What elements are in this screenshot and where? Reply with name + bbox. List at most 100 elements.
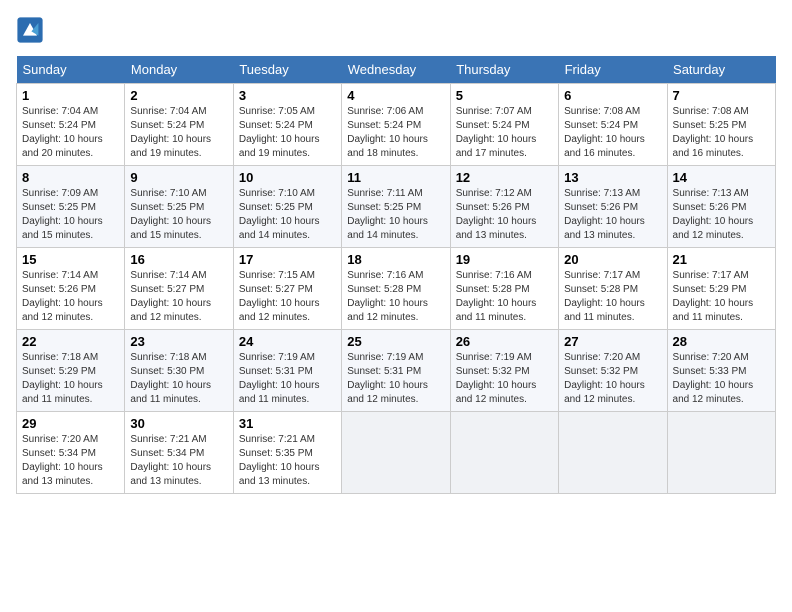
- day-number: 14: [673, 170, 770, 185]
- calendar-week-row: 15 Sunrise: 7:14 AMSunset: 5:26 PMDaylig…: [17, 248, 776, 330]
- calendar-cell: 20 Sunrise: 7:17 AMSunset: 5:28 PMDaylig…: [559, 248, 667, 330]
- day-info: Sunrise: 7:13 AMSunset: 5:26 PMDaylight:…: [564, 188, 645, 241]
- calendar-cell: 14 Sunrise: 7:13 AMSunset: 5:26 PMDaylig…: [667, 166, 775, 248]
- day-info: Sunrise: 7:14 AMSunset: 5:26 PMDaylight:…: [22, 270, 103, 323]
- column-header-wednesday: Wednesday: [342, 56, 450, 84]
- calendar-cell: 22 Sunrise: 7:18 AMSunset: 5:29 PMDaylig…: [17, 330, 125, 412]
- day-number: 18: [347, 252, 444, 267]
- day-number: 1: [22, 88, 119, 103]
- calendar-body: 1 Sunrise: 7:04 AMSunset: 5:24 PMDayligh…: [17, 84, 776, 494]
- calendar-cell: 24 Sunrise: 7:19 AMSunset: 5:31 PMDaylig…: [233, 330, 341, 412]
- column-header-thursday: Thursday: [450, 56, 558, 84]
- day-number: 21: [673, 252, 770, 267]
- day-number: 8: [22, 170, 119, 185]
- day-info: Sunrise: 7:17 AMSunset: 5:28 PMDaylight:…: [564, 270, 645, 323]
- day-number: 24: [239, 334, 336, 349]
- calendar-cell: 13 Sunrise: 7:13 AMSunset: 5:26 PMDaylig…: [559, 166, 667, 248]
- day-info: Sunrise: 7:18 AMSunset: 5:29 PMDaylight:…: [22, 352, 103, 405]
- day-info: Sunrise: 7:21 AMSunset: 5:35 PMDaylight:…: [239, 434, 320, 487]
- calendar-week-row: 1 Sunrise: 7:04 AMSunset: 5:24 PMDayligh…: [17, 84, 776, 166]
- logo-icon: [16, 16, 44, 44]
- calendar-cell: 10 Sunrise: 7:10 AMSunset: 5:25 PMDaylig…: [233, 166, 341, 248]
- calendar-table: SundayMondayTuesdayWednesdayThursdayFrid…: [16, 56, 776, 494]
- day-info: Sunrise: 7:20 AMSunset: 5:34 PMDaylight:…: [22, 434, 103, 487]
- day-number: 16: [130, 252, 227, 267]
- day-number: 11: [347, 170, 444, 185]
- day-info: Sunrise: 7:04 AMSunset: 5:24 PMDaylight:…: [130, 106, 211, 159]
- day-number: 6: [564, 88, 661, 103]
- day-info: Sunrise: 7:20 AMSunset: 5:32 PMDaylight:…: [564, 352, 645, 405]
- day-info: Sunrise: 7:19 AMSunset: 5:31 PMDaylight:…: [347, 352, 428, 405]
- column-header-friday: Friday: [559, 56, 667, 84]
- calendar-cell: 3 Sunrise: 7:05 AMSunset: 5:24 PMDayligh…: [233, 84, 341, 166]
- day-info: Sunrise: 7:08 AMSunset: 5:25 PMDaylight:…: [673, 106, 754, 159]
- day-number: 4: [347, 88, 444, 103]
- calendar-cell: 29 Sunrise: 7:20 AMSunset: 5:34 PMDaylig…: [17, 412, 125, 494]
- calendar-cell: [450, 412, 558, 494]
- day-number: 28: [673, 334, 770, 349]
- day-number: 25: [347, 334, 444, 349]
- day-number: 31: [239, 416, 336, 431]
- day-info: Sunrise: 7:10 AMSunset: 5:25 PMDaylight:…: [239, 188, 320, 241]
- day-number: 3: [239, 88, 336, 103]
- day-info: Sunrise: 7:15 AMSunset: 5:27 PMDaylight:…: [239, 270, 320, 323]
- day-number: 26: [456, 334, 553, 349]
- calendar-cell: 15 Sunrise: 7:14 AMSunset: 5:26 PMDaylig…: [17, 248, 125, 330]
- calendar-cell: [667, 412, 775, 494]
- day-number: 29: [22, 416, 119, 431]
- day-number: 9: [130, 170, 227, 185]
- calendar-cell: [342, 412, 450, 494]
- day-info: Sunrise: 7:12 AMSunset: 5:26 PMDaylight:…: [456, 188, 537, 241]
- calendar-cell: 28 Sunrise: 7:20 AMSunset: 5:33 PMDaylig…: [667, 330, 775, 412]
- day-info: Sunrise: 7:16 AMSunset: 5:28 PMDaylight:…: [456, 270, 537, 323]
- calendar-week-row: 22 Sunrise: 7:18 AMSunset: 5:29 PMDaylig…: [17, 330, 776, 412]
- day-number: 19: [456, 252, 553, 267]
- day-info: Sunrise: 7:07 AMSunset: 5:24 PMDaylight:…: [456, 106, 537, 159]
- calendar-cell: 6 Sunrise: 7:08 AMSunset: 5:24 PMDayligh…: [559, 84, 667, 166]
- calendar-cell: 16 Sunrise: 7:14 AMSunset: 5:27 PMDaylig…: [125, 248, 233, 330]
- calendar-cell: 1 Sunrise: 7:04 AMSunset: 5:24 PMDayligh…: [17, 84, 125, 166]
- day-info: Sunrise: 7:16 AMSunset: 5:28 PMDaylight:…: [347, 270, 428, 323]
- calendar-cell: 4 Sunrise: 7:06 AMSunset: 5:24 PMDayligh…: [342, 84, 450, 166]
- day-info: Sunrise: 7:19 AMSunset: 5:31 PMDaylight:…: [239, 352, 320, 405]
- calendar-cell: 25 Sunrise: 7:19 AMSunset: 5:31 PMDaylig…: [342, 330, 450, 412]
- day-number: 2: [130, 88, 227, 103]
- calendar-week-row: 8 Sunrise: 7:09 AMSunset: 5:25 PMDayligh…: [17, 166, 776, 248]
- day-number: 15: [22, 252, 119, 267]
- day-number: 7: [673, 88, 770, 103]
- day-info: Sunrise: 7:19 AMSunset: 5:32 PMDaylight:…: [456, 352, 537, 405]
- page-header: [16, 16, 776, 44]
- day-info: Sunrise: 7:05 AMSunset: 5:24 PMDaylight:…: [239, 106, 320, 159]
- day-number: 13: [564, 170, 661, 185]
- calendar-cell: 7 Sunrise: 7:08 AMSunset: 5:25 PMDayligh…: [667, 84, 775, 166]
- day-info: Sunrise: 7:06 AMSunset: 5:24 PMDaylight:…: [347, 106, 428, 159]
- day-number: 23: [130, 334, 227, 349]
- day-number: 22: [22, 334, 119, 349]
- day-info: Sunrise: 7:20 AMSunset: 5:33 PMDaylight:…: [673, 352, 754, 405]
- day-number: 12: [456, 170, 553, 185]
- calendar-cell: 2 Sunrise: 7:04 AMSunset: 5:24 PMDayligh…: [125, 84, 233, 166]
- calendar-cell: 21 Sunrise: 7:17 AMSunset: 5:29 PMDaylig…: [667, 248, 775, 330]
- day-number: 30: [130, 416, 227, 431]
- calendar-cell: 5 Sunrise: 7:07 AMSunset: 5:24 PMDayligh…: [450, 84, 558, 166]
- day-number: 27: [564, 334, 661, 349]
- calendar-cell: 17 Sunrise: 7:15 AMSunset: 5:27 PMDaylig…: [233, 248, 341, 330]
- calendar-cell: 23 Sunrise: 7:18 AMSunset: 5:30 PMDaylig…: [125, 330, 233, 412]
- column-header-sunday: Sunday: [17, 56, 125, 84]
- day-info: Sunrise: 7:08 AMSunset: 5:24 PMDaylight:…: [564, 106, 645, 159]
- day-number: 20: [564, 252, 661, 267]
- day-info: Sunrise: 7:18 AMSunset: 5:30 PMDaylight:…: [130, 352, 211, 405]
- column-header-monday: Monday: [125, 56, 233, 84]
- calendar-cell: 9 Sunrise: 7:10 AMSunset: 5:25 PMDayligh…: [125, 166, 233, 248]
- calendar-cell: [559, 412, 667, 494]
- logo: [16, 16, 48, 44]
- day-info: Sunrise: 7:14 AMSunset: 5:27 PMDaylight:…: [130, 270, 211, 323]
- day-number: 10: [239, 170, 336, 185]
- day-number: 17: [239, 252, 336, 267]
- calendar-cell: 18 Sunrise: 7:16 AMSunset: 5:28 PMDaylig…: [342, 248, 450, 330]
- day-info: Sunrise: 7:04 AMSunset: 5:24 PMDaylight:…: [22, 106, 103, 159]
- day-info: Sunrise: 7:13 AMSunset: 5:26 PMDaylight:…: [673, 188, 754, 241]
- calendar-week-row: 29 Sunrise: 7:20 AMSunset: 5:34 PMDaylig…: [17, 412, 776, 494]
- day-number: 5: [456, 88, 553, 103]
- day-info: Sunrise: 7:10 AMSunset: 5:25 PMDaylight:…: [130, 188, 211, 241]
